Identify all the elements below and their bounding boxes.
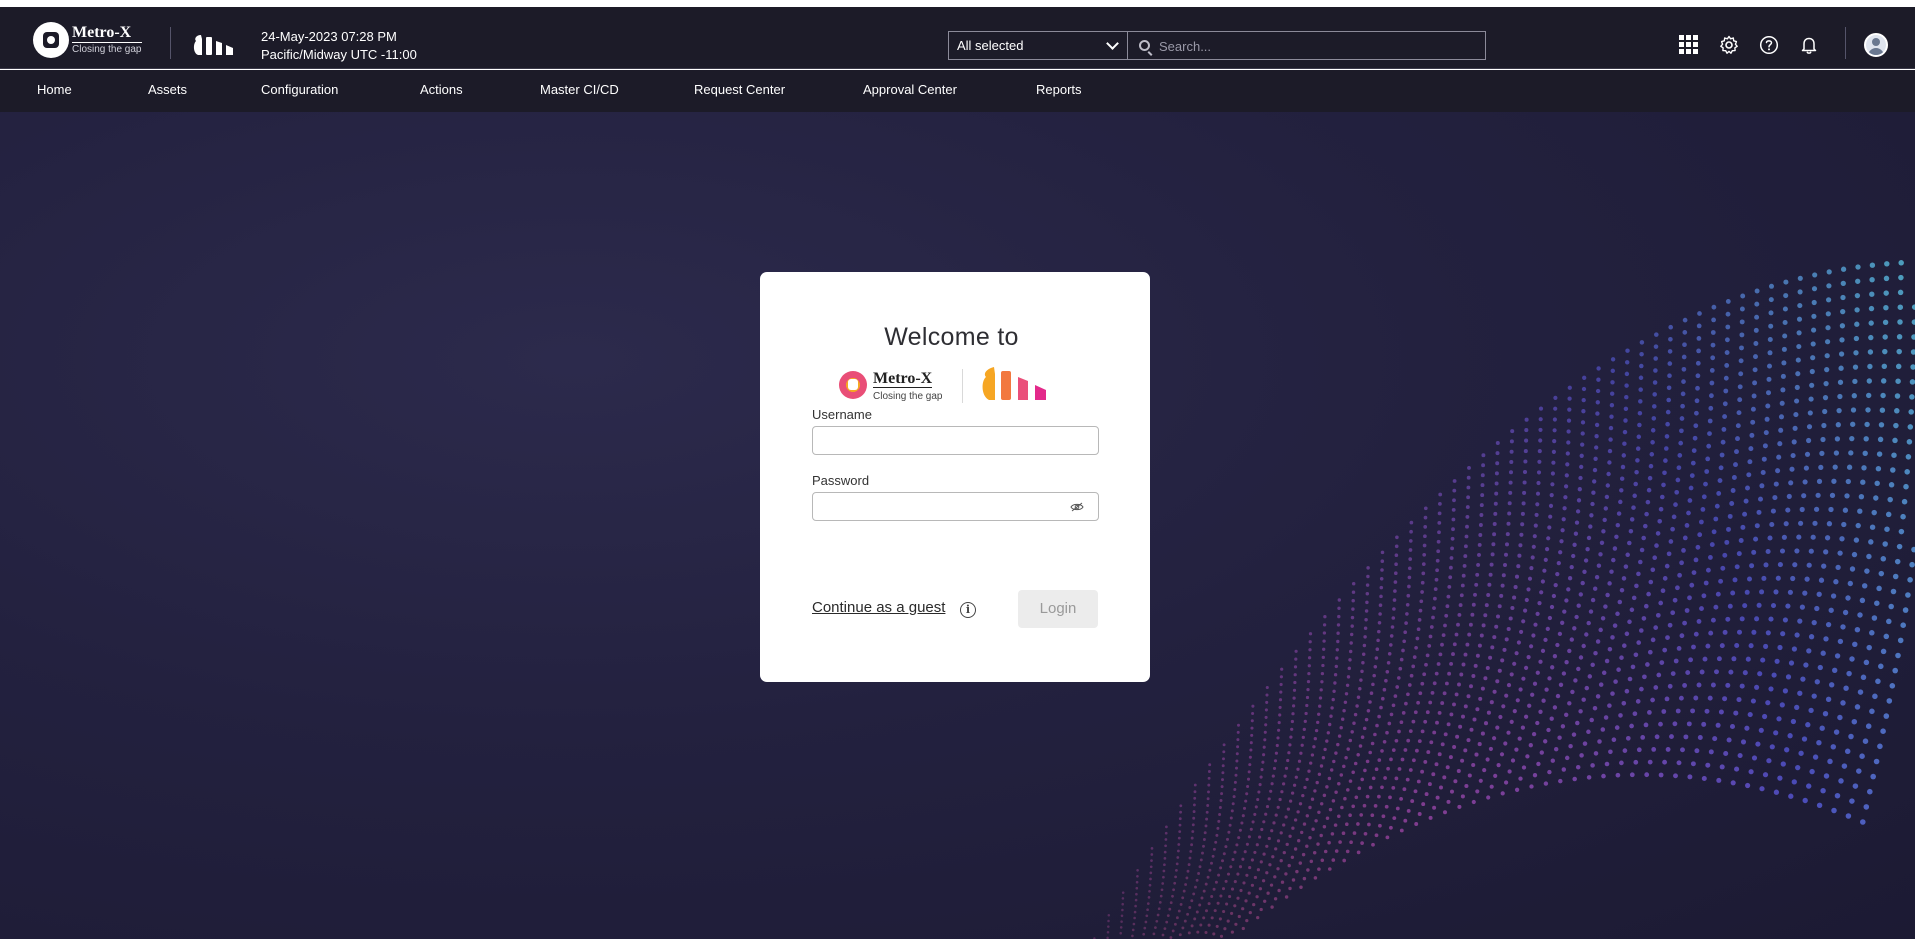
am-logo-icon (982, 367, 1046, 400)
search-icon (1139, 40, 1150, 51)
login-button[interactable]: Login (1018, 590, 1098, 628)
search-input[interactable] (1159, 36, 1469, 56)
gear-icon[interactable] (1719, 35, 1739, 55)
brand-tagline: Closing the gap (72, 44, 142, 55)
username-field[interactable] (812, 426, 1099, 455)
am-logo (193, 33, 245, 57)
username-label: Username (812, 407, 872, 422)
nav-item-assets[interactable]: Assets (148, 82, 187, 97)
nav-item-configuration[interactable]: Configuration (261, 82, 338, 97)
divider (1845, 27, 1846, 59)
main-nav: Home Assets Configuration Actions Master… (0, 70, 1915, 112)
nav-item-request-center[interactable]: Request Center (694, 82, 785, 97)
help-icon[interactable] (1759, 35, 1779, 55)
card-brand-name: Metro-X (873, 370, 933, 388)
password-label: Password (812, 473, 870, 488)
password-input[interactable] (813, 493, 1098, 520)
nav-item-reports[interactable]: Reports (1036, 82, 1082, 97)
chevron-down-icon (1106, 37, 1119, 50)
datetime-display: 24-May-2023 07:28 PM Pacific/Midway UTC … (261, 28, 417, 64)
username-input[interactable] (813, 427, 1098, 454)
continue-as-guest-link[interactable]: Continue as a guest (812, 599, 945, 616)
top-header: Metro-X Closing the gap 24-May-2023 07:2… (0, 7, 1915, 69)
bell-icon[interactable] (1799, 35, 1819, 55)
apps-grid-icon[interactable] (1679, 35, 1698, 54)
metro-x-logo[interactable]: Metro-X Closing the gap (36, 25, 142, 55)
password-field[interactable] (812, 492, 1099, 521)
current-datetime: 24-May-2023 07:28 PM (261, 29, 397, 44)
user-avatar[interactable] (1864, 33, 1888, 57)
am-logo-icon (193, 35, 233, 55)
nav-item-approval-center[interactable]: Approval Center (863, 82, 957, 97)
brand-name: Metro-X (72, 25, 142, 43)
scope-select[interactable]: All selected (948, 31, 1127, 60)
card-brand-tagline: Closing the gap (873, 391, 943, 402)
login-card: Welcome to Metro-X Closing the gap Usern… (760, 272, 1150, 682)
nav-item-actions[interactable]: Actions (420, 82, 463, 97)
info-icon[interactable]: i (960, 602, 976, 618)
search-bar[interactable] (1127, 31, 1486, 60)
am-logo (980, 365, 1066, 403)
divider (962, 369, 963, 403)
metro-x-logo: Metro-X Closing the gap (836, 365, 956, 405)
timezone: Pacific/Midway UTC -11:00 (261, 47, 417, 62)
scope-select-value: All selected (957, 38, 1024, 53)
main-background: Welcome to Metro-X Closing the gap Usern… (0, 112, 1915, 939)
nav-item-master-cicd[interactable]: Master CI/CD (540, 82, 619, 97)
divider (170, 27, 171, 59)
metro-x-gear-icon (36, 25, 66, 55)
welcome-heading: Welcome to (884, 323, 1019, 351)
metro-x-gear-icon (839, 371, 867, 399)
nav-item-home[interactable]: Home (37, 82, 72, 97)
eye-hidden-icon[interactable] (1070, 502, 1084, 512)
